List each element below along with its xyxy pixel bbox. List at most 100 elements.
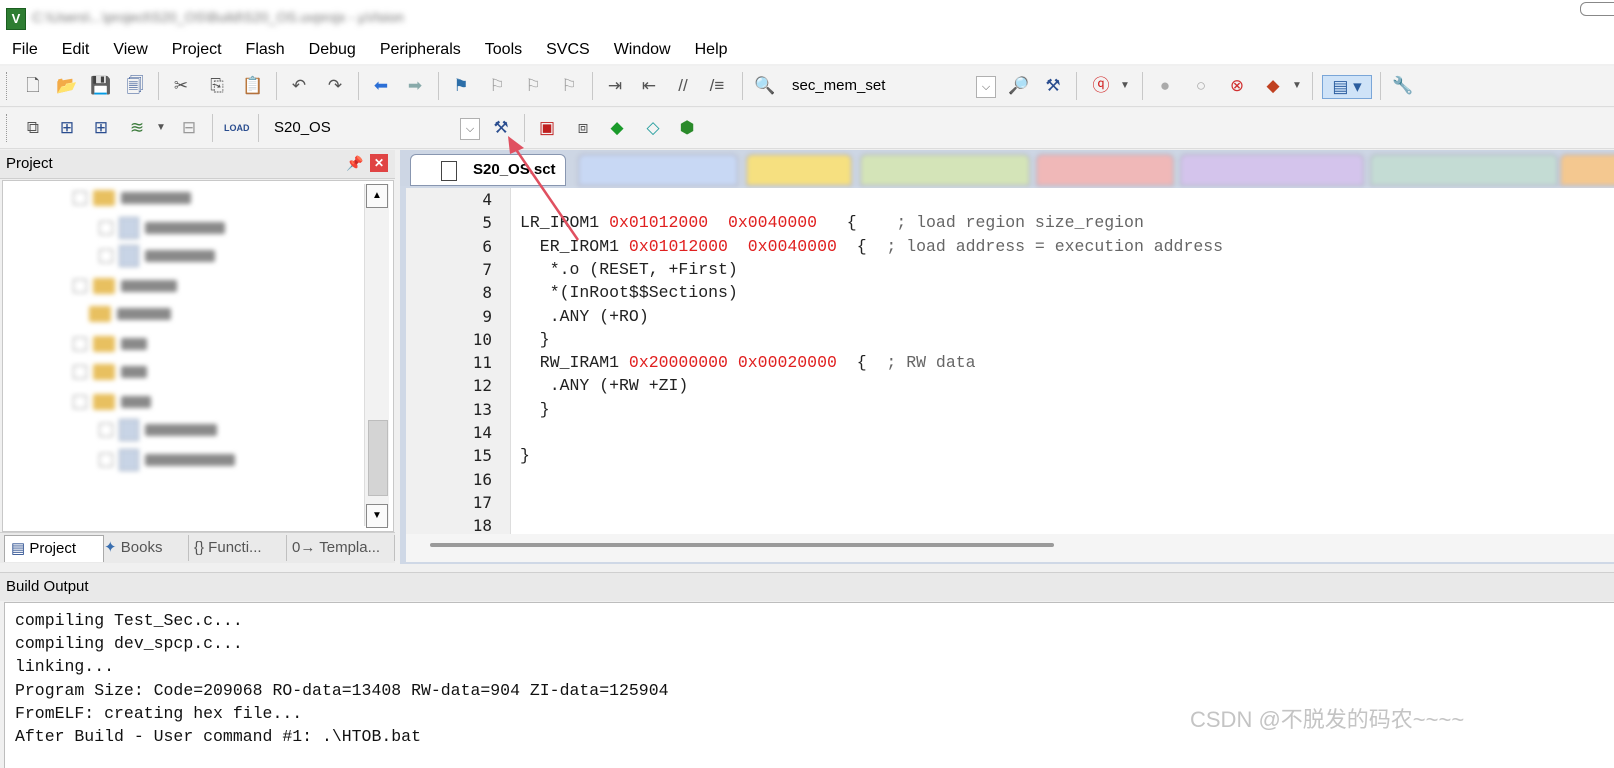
cut-icon[interactable]: ✂ (170, 75, 192, 97)
build-output-panel[interactable]: compiling Test_Sec.c... compiling dev_spc… (4, 602, 1614, 768)
batch-build-icon[interactable]: ≋ (126, 117, 148, 139)
tree-row[interactable] (73, 361, 147, 383)
comment-icon[interactable]: // (672, 75, 694, 97)
scrollbar-thumb[interactable] (368, 420, 388, 496)
target-select-value[interactable]: S20_OS (274, 119, 331, 136)
menu-flash[interactable]: Flash (234, 36, 297, 64)
breakpoint-dropdown-icon[interactable]: ▼ (1286, 75, 1308, 97)
prev-bookmark-icon[interactable]: ⚐ (486, 75, 508, 97)
undo-icon[interactable]: ↶ (288, 75, 310, 97)
translate-icon[interactable]: ⧉ (22, 117, 44, 139)
copy-icon[interactable]: ⎘ (206, 75, 228, 97)
kill-breakpoints-icon[interactable]: ⊗ (1226, 75, 1248, 97)
tab-functions[interactable]: {} Functi... (188, 535, 287, 561)
menu-window[interactable]: Window (602, 36, 683, 64)
paste-icon[interactable]: 📋 (242, 75, 264, 97)
stop-build-icon[interactable]: ⊟ (178, 117, 200, 139)
menu-svcs[interactable]: SVCS (534, 36, 602, 64)
debug-dropdown-icon[interactable]: ▼ (1114, 75, 1136, 97)
code-line[interactable]: ER_IROM1 0x01012000 0x0040000 { ; load a… (520, 237, 1223, 256)
tree-row[interactable] (73, 391, 151, 413)
code-line[interactable]: *(InRoot$$Sections) (520, 283, 738, 302)
load-download-button[interactable]: LOAD (224, 117, 250, 139)
unindent-icon[interactable]: ⇤ (638, 75, 660, 97)
find-combo-arrow-icon[interactable]: ⌵ (976, 76, 996, 98)
menu-file[interactable]: File (0, 36, 50, 64)
new-file-icon[interactable]: 🗋 (22, 75, 44, 97)
code-line[interactable]: } (520, 330, 550, 349)
toolbar-grip[interactable] (6, 72, 10, 100)
save-all-icon[interactable]: 🗐 (124, 75, 146, 97)
target-select-arrow-icon[interactable]: ⌵ (460, 118, 480, 140)
editor-tab-active[interactable]: S20_OS.sct (410, 154, 566, 186)
menu-help[interactable]: Help (683, 36, 740, 64)
toolbar-grip[interactable] (6, 114, 10, 142)
breakpoint-icon[interactable]: ● (1154, 75, 1176, 97)
pin-icon[interactable]: 📌 (346, 155, 363, 172)
editor-tab[interactable] (746, 154, 852, 186)
tree-row[interactable] (73, 275, 177, 297)
find-combo-value[interactable]: sec_mem_set (792, 77, 885, 94)
incremental-find-icon[interactable]: ⚒ (1042, 75, 1064, 97)
menu-peripherals[interactable]: Peripherals (368, 36, 473, 64)
code-line[interactable]: } (520, 446, 530, 465)
close-icon[interactable]: ✕ (370, 154, 388, 172)
editor-tab[interactable] (1560, 154, 1614, 186)
window-control-button[interactable] (1580, 2, 1614, 16)
save-icon[interactable]: 💾 (90, 75, 112, 97)
uncomment-icon[interactable]: /≡ (706, 75, 728, 97)
next-bookmark-icon[interactable]: ⚐ (522, 75, 544, 97)
editor-tab[interactable] (1370, 154, 1558, 186)
menu-project[interactable]: Project (160, 36, 234, 64)
editor-tab[interactable] (1036, 154, 1174, 186)
menu-tools[interactable]: Tools (473, 36, 534, 64)
tree-row[interactable] (89, 303, 171, 325)
code-line[interactable]: *.o (RESET, +First) (520, 260, 738, 279)
batch-build-dropdown-icon[interactable]: ▼ (150, 117, 172, 139)
scroll-up-icon[interactable]: ▲ (366, 184, 388, 208)
navigate-forward-icon[interactable]: ➡ (404, 75, 426, 97)
debug-session-icon[interactable]: ⓠ (1090, 75, 1112, 97)
find-icon[interactable]: 🔎 (1008, 75, 1030, 97)
find-in-files-icon[interactable]: 🔍 (754, 75, 776, 97)
bookmark-icon[interactable]: ⚑ (450, 75, 472, 97)
tree-row[interactable] (99, 419, 217, 441)
tree-row[interactable] (99, 245, 215, 267)
clear-bookmarks-icon[interactable]: ⚐ (558, 75, 580, 97)
rebuild-icon[interactable]: ⊞ (90, 117, 112, 139)
tree-row[interactable] (99, 217, 225, 239)
scroll-down-icon[interactable]: ▼ (366, 504, 388, 528)
window-layout-icon[interactable]: ▤ ▾ (1322, 75, 1372, 99)
redo-icon[interactable]: ↷ (324, 75, 346, 97)
editor-tab[interactable] (1180, 154, 1364, 186)
tree-row[interactable] (99, 449, 235, 471)
options-for-target-icon[interactable]: ⚒ (490, 117, 512, 139)
menu-edit[interactable]: Edit (50, 36, 102, 64)
tree-row[interactable] (73, 187, 191, 209)
tab-templates[interactable]: 0→ Templa... (286, 535, 395, 561)
open-file-icon[interactable]: 📂 (56, 75, 78, 97)
select-packs-icon[interactable]: ⬢ (676, 117, 698, 139)
tab-books[interactable]: ✦ Books (98, 535, 189, 561)
indent-icon[interactable]: ⇥ (604, 75, 626, 97)
insert-breakpoint-icon[interactable]: ◆ (1262, 75, 1284, 97)
code-line[interactable]: RW_IRAM1 0x20000000 0x00020000 { ; RW da… (520, 353, 976, 372)
disable-breakpoint-icon[interactable]: ○ (1190, 75, 1212, 97)
menu-debug[interactable]: Debug (297, 36, 368, 64)
horizontal-scrollbar-thumb[interactable] (430, 543, 1054, 547)
code-line[interactable]: .ANY (+RO) (520, 307, 649, 326)
manage-components-icon[interactable]: ▣ (536, 117, 558, 139)
code-line[interactable]: } (520, 400, 550, 419)
manage-project-items-icon[interactable]: ⧈ (572, 117, 594, 139)
menu-view[interactable]: View (101, 36, 159, 64)
tree-row[interactable] (73, 333, 147, 355)
run-time-environment-icon[interactable]: ◆ (606, 117, 628, 139)
configure-icon[interactable]: 🔧 (1392, 75, 1414, 97)
tab-project[interactable]: ▤ Project (4, 535, 104, 562)
navigate-back-icon[interactable]: ⬅ (370, 75, 392, 97)
code-line[interactable]: LR_IROM1 0x01012000 0x0040000 { ; load r… (520, 213, 1144, 232)
build-icon[interactable]: ⊞ (56, 117, 78, 139)
editor-tab[interactable] (860, 154, 1030, 186)
pack-installer-icon[interactable]: ◇ (642, 117, 664, 139)
editor-tab[interactable] (578, 154, 738, 186)
